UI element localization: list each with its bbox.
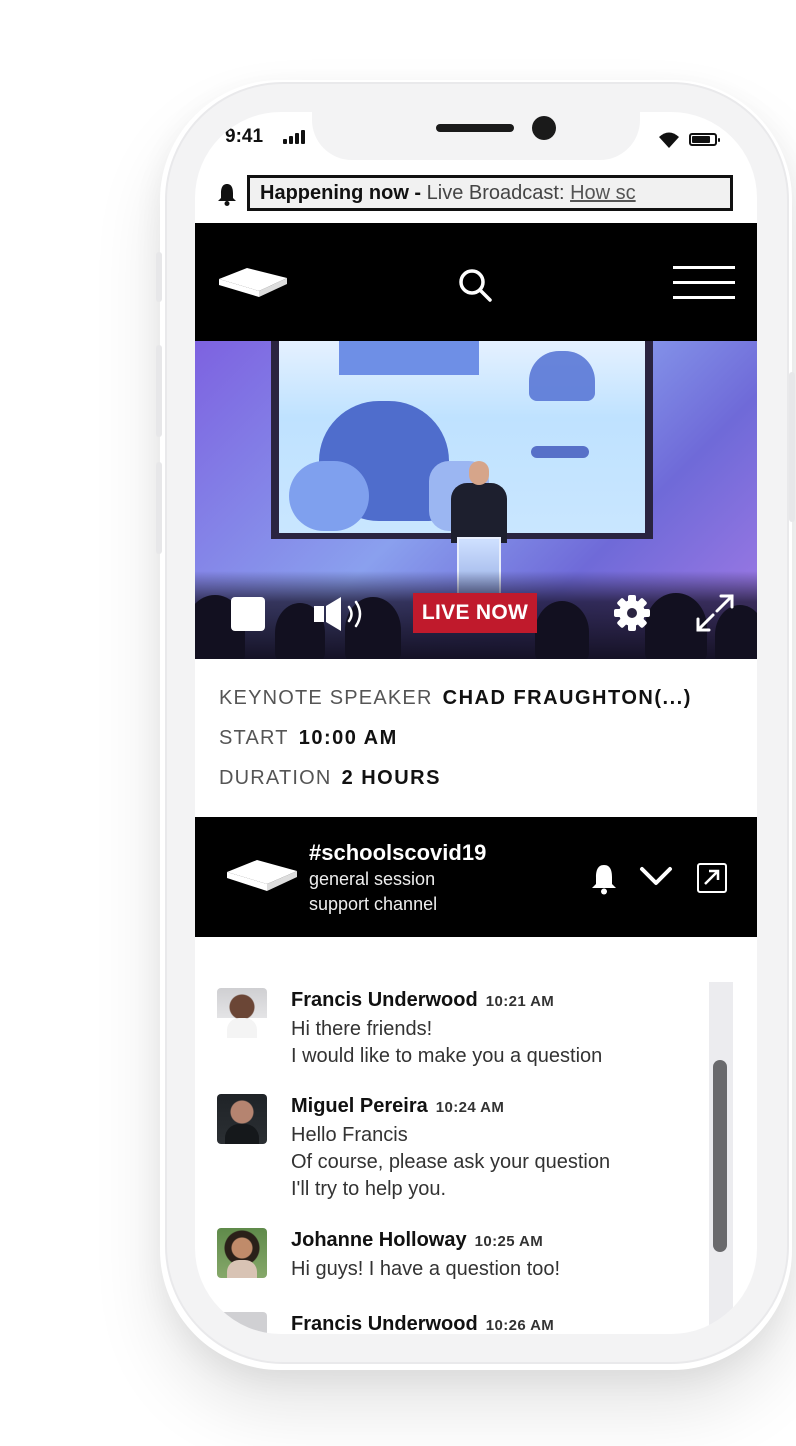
start-row: START 10:00 AM [219,718,739,758]
message-line: Hi there friends! [291,1018,433,1040]
live-now-badge: LIVE NOW [413,593,537,633]
start-label: START [219,726,289,749]
live-video-player[interactable]: LIVE NOW [195,341,757,659]
chat-list[interactable]: Francis Underwood 10:21 AM Hi there frien… [195,982,757,1334]
gear-icon[interactable] [613,594,651,632]
channel-subtitle-1: general session [309,869,436,889]
notch [312,112,640,160]
wifi-icon [659,132,679,148]
battery-icon [689,133,720,146]
top-navbar [195,223,757,341]
logo-icon[interactable] [217,265,289,299]
message-time: 10:24 AM [435,1099,505,1116]
announcement-link[interactable]: How sc [570,182,636,204]
duration-value: 2 HOURS [341,766,441,789]
message-time: 10:25 AM [474,1233,544,1250]
front-camera [532,116,556,140]
volume-icon[interactable] [313,595,373,633]
avatar[interactable] [217,988,267,1038]
event-info: KEYNOTE SPEAKER CHAD FRAUGHTON(...) STAR… [219,678,739,798]
channel-title: #schoolscovid19 [309,840,487,865]
duration-label: DURATION [219,766,332,789]
announcement-highlight: Happening now - [260,182,422,204]
mute-switch [156,252,162,302]
message-line: Of course, please ask your question [291,1151,611,1173]
signal-icon [283,130,305,144]
avatar[interactable] [217,1228,267,1278]
message-author: Johanne Holloway [291,1229,467,1251]
phone-screen: 9:41 Happening now - Live Broadcast: How… [195,112,757,1334]
chat-scrollbar-thumb[interactable] [713,1060,727,1252]
speaker-label: KEYNOTE SPEAKER [219,686,433,709]
popout-icon[interactable] [697,863,727,893]
start-value: 10:00 AM [298,726,398,749]
chevron-down-icon[interactable] [639,865,673,887]
earpiece [436,124,514,132]
duration-row: DURATION 2 HOURS [219,758,739,798]
announcement-text: Live Broadcast: [421,182,571,204]
volume-down-button [156,462,162,554]
message-time: 10:26 AM [485,1317,555,1334]
bell-icon[interactable] [591,863,617,895]
avatar[interactable] [217,1312,267,1334]
message-author: Francis Underwood [291,1313,478,1334]
message-line: Hello Francis [291,1124,408,1146]
avatar[interactable] [217,1094,267,1144]
message-author: Miguel Pereira [291,1095,428,1117]
menu-icon[interactable] [673,266,735,300]
volume-up-button [156,345,162,437]
message-author: Francis Underwood [291,989,478,1011]
speaker-value: CHAD FRAUGHTON(...) [442,686,692,709]
speaker-row: KEYNOTE SPEAKER CHAD FRAUGHTON(...) [219,678,739,718]
message-time: 10:21 AM [485,993,555,1010]
announcement-ticker[interactable]: Happening now - Live Broadcast: How sc [247,175,733,211]
search-icon[interactable] [457,267,493,303]
channel-subtitle-2: support channel [309,894,438,914]
power-button [789,372,795,522]
speaker-figure [451,461,507,543]
status-time: 9:41 [225,126,264,147]
channel-text: #schoolscovid19 general session support … [309,839,486,917]
message-line: I'll try to help you. [291,1178,446,1200]
channel-header: #schoolscovid19 general session support … [195,817,757,937]
logo-icon [227,860,297,891]
stop-icon[interactable] [231,597,265,631]
expand-icon[interactable] [695,593,735,633]
message-line: Hi guys! I have a question too! [291,1258,561,1280]
message-line: I would like to make you a question [291,1045,603,1067]
bell-icon[interactable] [217,182,237,206]
